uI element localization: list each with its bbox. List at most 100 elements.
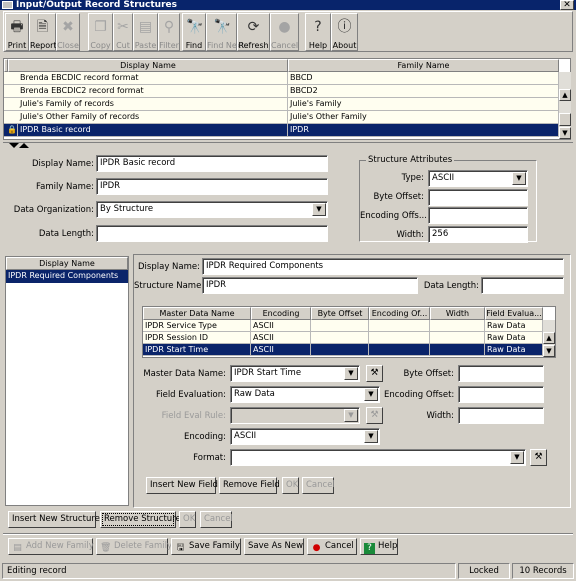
window-close-button[interactable]: ✕ [560,0,574,10]
splitter-expand-icon[interactable] [19,143,29,148]
records-scrollbar[interactable]: ▲ ▼ [559,72,571,139]
field-cell [311,344,369,355]
window-title-bar: Input/Output Record Structures ✕ [0,0,576,10]
byte-offset-input[interactable] [428,189,528,206]
field-encoding-select[interactable]: ASCII ▼ [230,428,380,445]
fields-column-header[interactable]: Width [430,307,485,320]
record-row[interactable]: 🔒 IPDR Basic record IPDR [4,124,559,137]
print-icon: 🖶 [10,19,24,35]
format-select[interactable]: ▼ [230,449,526,466]
structure-attributes-title: Structure Attributes [366,155,455,166]
field-width-input[interactable] [458,407,544,424]
encoding-offset-label: Encoding Offs... [360,211,427,221]
scroll-thumb[interactable] [559,113,571,126]
column-header-family-name[interactable]: Family Name [288,59,559,72]
data-organization-select[interactable]: By Structure ▼ [96,201,328,218]
toolbar-refresh-button[interactable]: ⟳ Refresh [237,13,270,51]
chevron-down-icon[interactable]: ▼ [510,451,524,464]
field-cell: IPDR Session ID [143,332,251,343]
toolbar-button-label: Cut [116,41,130,50]
field-row[interactable]: IPDR Service Type ASCII Raw Data [143,320,543,332]
field-evaluation-label: Field Evaluation: [155,390,226,400]
field-encoding-offset-input[interactable] [458,386,544,403]
field-cell: Raw Data [485,320,543,331]
data-organization-label: Data Organization: [13,205,94,215]
record-data-length-label: Data Length: [38,229,94,239]
splitter-collapse-icon[interactable] [9,143,19,148]
encoding-offset-input[interactable] [428,207,528,224]
column-header-display-name[interactable]: Display Name [8,59,288,72]
scroll-up-arrow[interactable]: ▲ [559,89,571,101]
record-data-length-input[interactable] [96,225,328,242]
family-cancel-button[interactable]: ● Cancel [307,538,357,555]
wrench-icon[interactable]: ⚒ [366,365,383,382]
field-row[interactable]: IPDR Start Time ASCII Raw Data [143,344,543,356]
wrench-icon[interactable]: ⚒ [530,449,547,466]
field-byte-offset-input[interactable] [458,365,544,382]
fields-column-header[interactable]: Byte Offset [311,307,369,320]
structures-list-header[interactable]: Display Name [6,257,128,270]
field-cancel-button: Cancel [302,477,335,494]
fields-column-header[interactable]: Master Data Name [143,307,251,320]
toolbar-print-button[interactable]: 🖶 Print [5,13,29,51]
chevron-down-icon[interactable]: ▼ [312,203,326,216]
chevron-down-icon[interactable]: ▼ [364,388,378,401]
type-label: Type: [401,173,424,183]
family-name-input[interactable]: IPDR [96,178,328,195]
splitter[interactable] [3,142,573,148]
remove-field-button[interactable]: Remove Field [219,477,280,494]
toolbar-button-label: Refresh [238,41,269,50]
field-eval-rule-select: ▼ [230,407,360,424]
insert-new-structure-button[interactable]: Insert New Structure [8,511,100,528]
record-family-name-cell: IPDR [288,124,559,136]
structure-name-input[interactable]: IPDR [202,277,418,294]
record-row[interactable]: Julie's Other Family of records Julie's O… [4,111,559,124]
structure-display-name-label: Display Name: [138,262,200,272]
field-row[interactable]: IPDR Session ID ASCII Raw Data [143,332,543,344]
fields-column-header[interactable]: Encoding Of... [369,307,430,320]
record-row[interactable]: Brenda EBCDIC2 record format BBCD2 [4,85,559,98]
toolbar-button-label: Close [57,41,79,50]
record-row[interactable]: Julie's Family of records Julie's Family [4,98,559,111]
toolbar-find-button[interactable]: 🔭 Find [182,13,206,51]
structure-display-name-input[interactable]: IPDR Required Components [202,258,564,275]
field-evaluation-select[interactable]: Raw Data ▼ [230,386,380,403]
fields-column-header[interactable]: Encoding [251,307,311,320]
width-input[interactable]: 256 [428,226,528,243]
toolbar-report-button[interactable]: 🗎 Report [29,13,57,51]
toolbar-find-next-button: 🔭 Find Next [206,13,245,51]
type-select[interactable]: ASCII ▼ [428,170,528,187]
remove-structure-button[interactable]: Remove Structure [100,511,181,528]
insert-new-field-button[interactable]: Insert New Field [146,477,218,494]
family-help-button[interactable]: ? Help [360,538,398,555]
field-cell [430,320,485,331]
toolbar-about-button[interactable]: ⓘ About [331,13,358,51]
scroll-down-arrow[interactable]: ▼ [543,345,555,357]
byte-offset-label: Byte Offset: [373,192,424,202]
record-row[interactable]: Brenda EBCDIC record format BBCD [4,72,559,85]
structure-list-item[interactable]: IPDR Required Components [6,270,128,283]
toolbar-help-button[interactable]: ? Help [305,13,331,51]
app-icon [2,1,13,9]
chevron-down-icon[interactable]: ▼ [364,430,378,443]
scroll-up-arrow[interactable]: ▲ [543,332,555,344]
record-display-name-cell: IPDR Basic record [18,124,288,136]
field-cell [430,344,485,355]
chevron-down-icon[interactable]: ▼ [512,172,526,185]
record-display-name-input[interactable]: IPDR Basic record [96,155,328,172]
toolbar-button-label: Cancel [271,41,299,50]
record-family-name-cell: BBCD2 [288,85,559,97]
record-family-name-cell: Julie's Other Family [288,111,559,123]
scroll-down-arrow[interactable]: ▼ [559,127,571,139]
fields-scrollbar[interactable]: ▲ ▼ [543,320,555,357]
chevron-down-icon[interactable]: ▼ [344,367,358,380]
field-byte-offset-label: Byte Offset: [403,369,454,379]
toolbar-button-label: Report [30,41,57,50]
field-cell [311,320,369,331]
fields-column-header[interactable]: Field Evalua... [485,307,543,320]
structure-data-length-input[interactable] [481,277,564,294]
save-as-new-button[interactable]: Save As New [244,538,304,555]
master-data-name-select[interactable]: IPDR Start Time ▼ [230,365,360,382]
record-display-name-cell: Brenda EBCDIC record format [18,72,288,84]
save-family-button[interactable]: 🖫 Save Family [171,538,241,555]
